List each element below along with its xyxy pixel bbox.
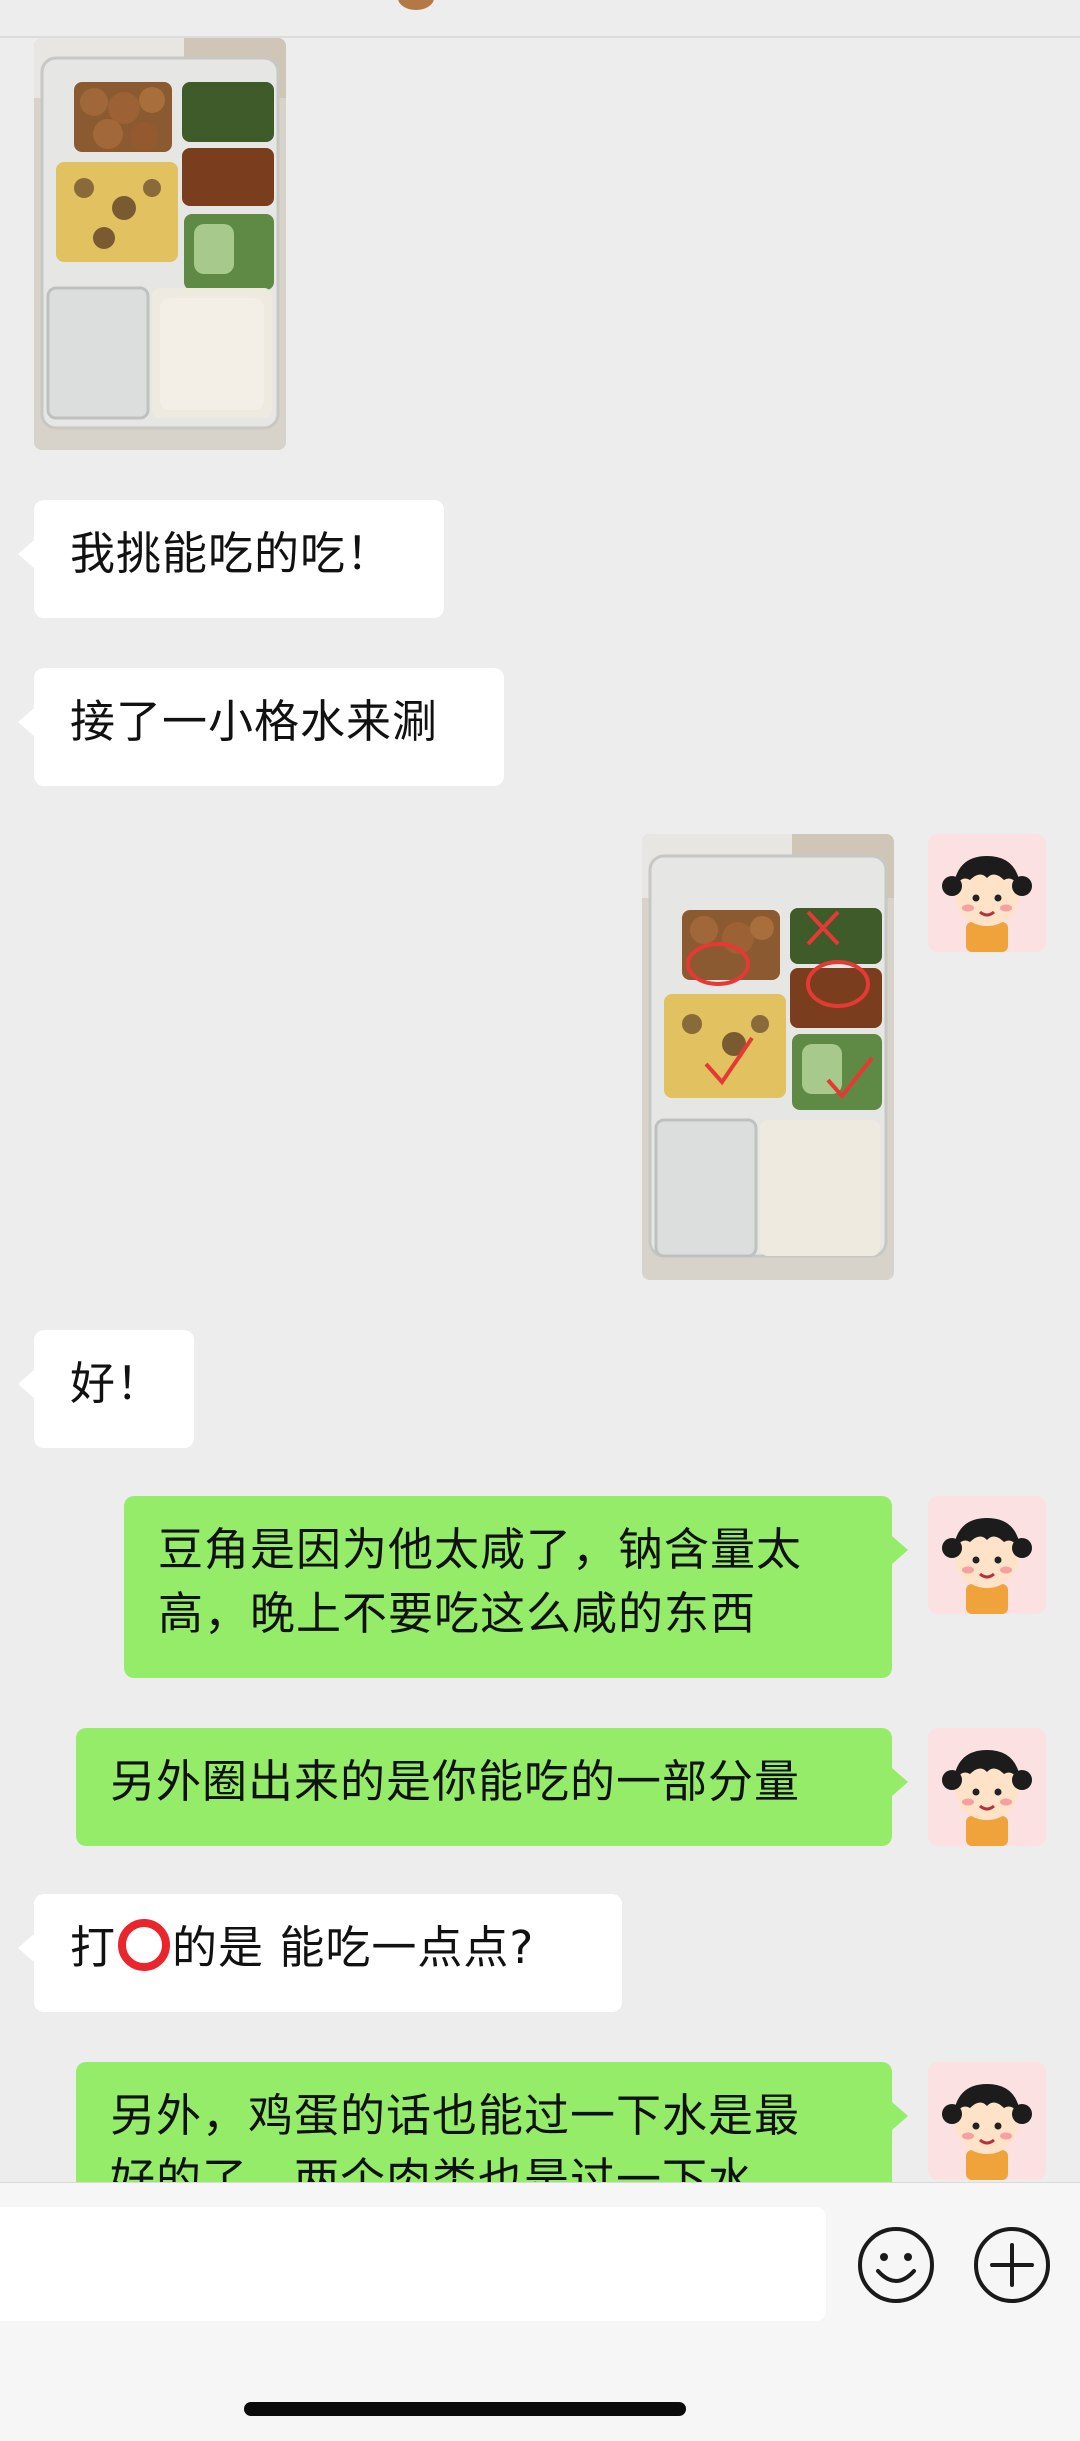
sent-message[interactable]: 另外圈出来的是你能吃的一部分量 (76, 1728, 908, 1846)
smiley-icon (858, 2227, 934, 2303)
chat-area[interactable]: 我挑能吃的吃！ 接了一小格水来涮 好！ 豆角是因为他太咸了，钠含量太 高，晚上不… (0, 38, 1080, 2182)
sender-avatar[interactable] (928, 1496, 1046, 1614)
message-text-line: 好的了，两个肉类也是过一下水 (110, 2153, 755, 2182)
top-bar-partial (0, 0, 1080, 38)
sender-avatar[interactable] (928, 2062, 1046, 2180)
avatar-partial (398, 0, 434, 10)
sender-avatar[interactable] (928, 834, 1046, 952)
plus-circle-icon (974, 2227, 1050, 2303)
food-tray-image (34, 38, 286, 450)
red-circle-emoji-icon (118, 1919, 171, 1971)
received-message[interactable]: 我挑能吃的吃！ (18, 500, 444, 618)
cartoon-girl-avatar-icon (928, 1728, 1046, 1846)
received-food-photo[interactable] (34, 38, 286, 450)
message-text-line: 豆角是因为他太咸了，钠含量太 (158, 1523, 803, 1576)
received-message[interactable]: 接了一小格水来涮 (18, 668, 504, 786)
home-indicator[interactable] (244, 2402, 686, 2416)
sent-annotated-food-photo[interactable] (642, 834, 894, 1280)
received-message[interactable]: 好！ (18, 1330, 194, 1448)
cartoon-girl-avatar-icon (928, 2062, 1046, 2180)
received-message[interactable]: 打 的是 能吃一点点? (18, 1894, 622, 2012)
sender-avatar[interactable] (928, 1728, 1046, 1846)
message-text: 我挑能吃的吃！ (70, 527, 393, 580)
message-text: 另外圈出来的是你能吃的一部分量 (110, 1755, 801, 1808)
cartoon-girl-avatar-icon (928, 834, 1046, 952)
message-input[interactable] (0, 2207, 826, 2321)
more-options-button[interactable] (972, 2225, 1052, 2305)
annotated-food-tray-image (642, 834, 894, 1280)
message-text-after-emoji: 的是 能吃一点点? (172, 1921, 535, 1974)
message-text-line: 高，晚上不要吃这么咸的东西 (158, 1587, 757, 1640)
message-text: 好！ (70, 1357, 163, 1410)
cartoon-girl-avatar-icon (928, 1496, 1046, 1614)
message-text-line: 另外，鸡蛋的话也能过一下水是最 (110, 2089, 801, 2142)
emoji-button[interactable] (856, 2225, 936, 2305)
message-text: 接了一小格水来涮 (70, 695, 439, 748)
sent-message[interactable]: 豆角是因为他太咸了，钠含量太 高，晚上不要吃这么咸的东西 (124, 1496, 908, 1678)
message-text-before-emoji: 打 (70, 1921, 117, 1974)
sent-message[interactable]: 另外，鸡蛋的话也能过一下水是最 好的了，两个肉类也是过一下水 (76, 2062, 908, 2182)
